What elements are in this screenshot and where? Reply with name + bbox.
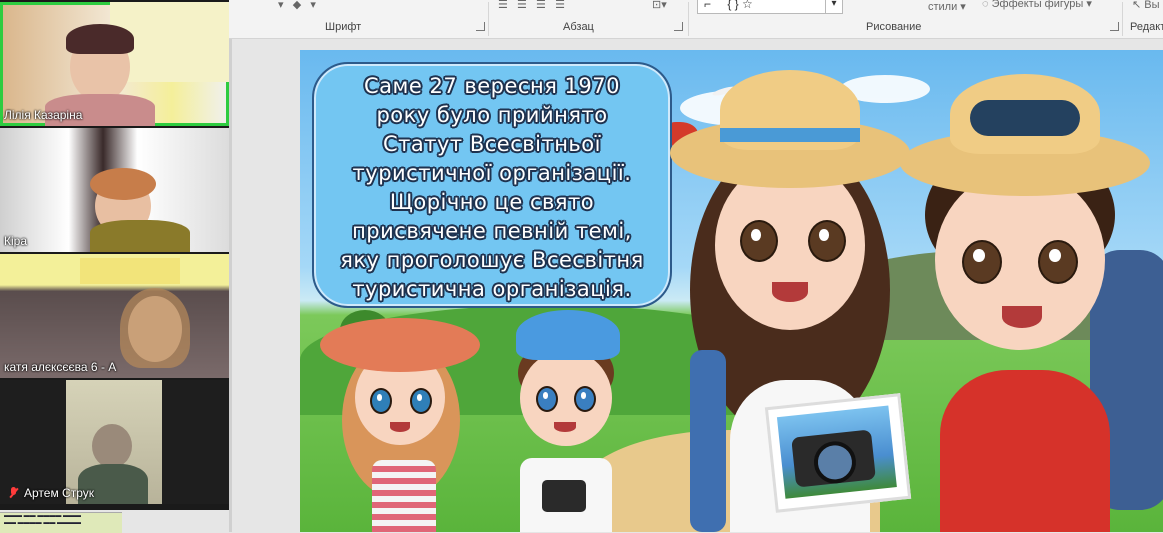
slide-canvas[interactable]: Саме 27 вересня 1970 року було прийнято … <box>300 50 1163 532</box>
slide-text[interactable]: Саме 27 вересня 1970 року було прийнято … <box>314 72 670 304</box>
shape-effects-button[interactable]: ◌ Эффекты фигуры ▾ <box>982 0 1092 10</box>
participant-face <box>92 424 132 468</box>
eye <box>740 220 778 262</box>
eye <box>574 386 596 412</box>
video-participants-panel: Лілія Казаріна Кіра катя алєксєєва 6 - А… <box>0 0 229 510</box>
mouth <box>1002 306 1042 328</box>
participant-name: Лілія Казаріна <box>4 108 83 122</box>
muted-mic-icon <box>8 487 18 499</box>
group-separator <box>488 2 489 36</box>
participant-hair <box>120 288 190 368</box>
eye <box>410 388 432 414</box>
participant-tile[interactable]: Лілія Казаріна <box>0 2 229 126</box>
blue-cap <box>516 310 620 360</box>
participant-hair <box>66 24 134 54</box>
mouth <box>772 282 808 302</box>
select-button[interactable]: ↖ Вы <box>1132 0 1160 11</box>
mouth <box>390 422 410 432</box>
hat-brim <box>320 318 480 372</box>
thumbnail-content: ▬▬▬ ▬▬ ▬▬▬▬ ▬▬▬ <box>4 513 82 519</box>
font-controls[interactable]: ▾ ◆ ▾ <box>278 0 316 11</box>
participant-name: Артем Струк <box>24 486 94 500</box>
group-separator <box>1122 2 1123 36</box>
eye <box>1038 240 1078 284</box>
participant-tile[interactable]: катя алєксєєва 6 - А <box>0 254 229 378</box>
drawing-dialog-launcher[interactable] <box>1110 22 1119 31</box>
mouth <box>554 422 576 432</box>
girl-character-small <box>320 300 480 532</box>
drawing-group-label: Рисование <box>866 21 922 33</box>
participant-hair <box>90 168 156 200</box>
camera-icon <box>542 480 586 512</box>
thumbnail-content: ▬▬ ▬▬▬▬ ▬▬ ▬▬▬▬ <box>4 520 82 526</box>
participant-tile[interactable]: Артем Струк <box>0 380 229 504</box>
shapes-gallery[interactable]: ⌐ ⁀ { } ☆ ▾ <box>697 0 843 14</box>
goggles <box>970 100 1080 136</box>
shapes-gallery-dropdown[interactable]: ▾ <box>825 0 842 13</box>
eye <box>536 386 558 412</box>
slide-thumbnail[interactable]: ▬▬▬ ▬▬ ▬▬▬▬ ▬▬▬ ▬▬ ▬▬▬▬ ▬▬ ▬▬▬▬ <box>0 512 122 533</box>
quick-styles-button[interactable]: стили ▾ <box>928 0 966 13</box>
paragraph-extra-control[interactable]: ⊡▾ <box>652 0 667 11</box>
editing-group-label: Редакт <box>1130 21 1163 33</box>
paragraph-dialog-launcher[interactable] <box>674 22 683 31</box>
font-dialog-launcher[interactable] <box>476 22 485 31</box>
striped-shirt <box>372 460 436 532</box>
eye <box>370 388 392 414</box>
hat-ribbon <box>720 128 860 142</box>
paragraph-align-controls[interactable]: ☰ ☰ ☰ ☰ <box>498 0 565 11</box>
boy-character-small <box>490 308 640 532</box>
eye <box>808 220 846 262</box>
participant-body <box>90 220 190 252</box>
participant-name: Кіра <box>4 234 28 248</box>
slide-text-line: яку проголошує Всесвітня <box>340 248 644 272</box>
eye <box>962 240 1002 284</box>
shape-effects-icon: ◌ <box>982 0 989 10</box>
slide-text-line: року було прийнято <box>376 103 608 127</box>
slide-text-line: Щорічно це свято <box>389 190 595 214</box>
red-shirt <box>940 370 1110 532</box>
paragraph-group-label: Абзац <box>563 21 594 33</box>
slide-text-line: туристичної організації. <box>352 161 632 185</box>
slide-text-line: Саме 27 вересня 1970 <box>364 74 620 98</box>
font-group-label: Шрифт <box>325 21 362 33</box>
speech-bubble[interactable]: Саме 27 вересня 1970 року було прийнято … <box>312 62 672 308</box>
backpack-strap <box>690 350 726 532</box>
participant-name: катя алєксєєва 6 - А <box>4 360 117 374</box>
boy-character-large <box>890 70 1163 532</box>
participant-tile[interactable]: Кіра <box>0 128 229 252</box>
slide-text-line: Статут Всесвітньої <box>383 132 601 156</box>
shapes-gallery-icons: ⌐ ⁀ { } ☆ <box>704 0 753 11</box>
background-object <box>80 258 180 284</box>
group-separator <box>688 2 689 36</box>
slide-text-line: присвячене певній темі, <box>352 219 632 243</box>
cursor-icon: ↖ <box>1132 0 1142 11</box>
